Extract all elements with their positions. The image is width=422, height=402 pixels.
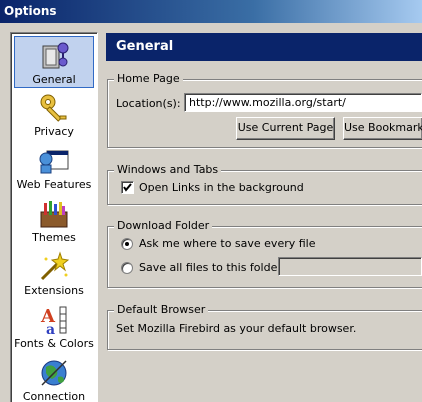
ask-save-radio[interactable] (121, 238, 133, 250)
location-label: Location(s): (116, 97, 181, 110)
fonts-colors-icon: A a (40, 306, 67, 336)
panel-title: General (116, 39, 174, 54)
category-extensions[interactable]: Extensions (14, 248, 94, 300)
category-label: Web Features (16, 178, 92, 191)
open-links-label[interactable]: Open Links in the background (139, 181, 304, 194)
ask-save-label[interactable]: Ask me where to save every file (139, 237, 316, 250)
category-connection[interactable]: Connection (14, 354, 94, 402)
connection-icon (41, 360, 67, 386)
open-links-checkbox[interactable] (121, 181, 134, 194)
category-label: Fonts & Colors (14, 337, 94, 350)
group-title: Home Page (114, 72, 183, 85)
category-label: Themes (32, 231, 76, 244)
key-icon (40, 94, 67, 122)
category-general[interactable]: General (14, 36, 94, 88)
category-privacy[interactable]: Privacy (14, 89, 94, 141)
web-features-icon (39, 150, 69, 174)
title-bar: Options (0, 0, 422, 23)
save-all-radio[interactable] (121, 262, 133, 274)
category-list: General Privacy Web Features Themes Exte… (10, 32, 98, 402)
category-label: Privacy (34, 125, 74, 138)
general-icon (42, 42, 69, 69)
default-browser-text: Set Mozilla Firebird as your default bro… (116, 322, 357, 335)
extensions-icon (40, 251, 70, 281)
category-label: Connection (22, 390, 86, 402)
category-label: Extensions (24, 284, 84, 297)
save-all-label[interactable]: Save all files to this folder: (139, 261, 285, 274)
group-title: Default Browser (114, 303, 209, 316)
group-title: Download Folder (114, 219, 213, 232)
location-input[interactable]: http://www.mozilla.org/start/ (184, 93, 422, 112)
category-themes[interactable]: Themes (14, 195, 94, 247)
panel-header: General (106, 33, 422, 61)
radio-dot-icon (125, 242, 129, 246)
category-fonts-colors[interactable]: A a Fonts & Colors (14, 301, 94, 353)
use-bookmark-button[interactable]: Use Bookmark... (343, 117, 422, 140)
window-title: Options (4, 4, 57, 18)
category-web-features[interactable]: Web Features (14, 142, 94, 194)
group-title: Windows and Tabs (114, 163, 222, 176)
themes-icon (40, 201, 68, 228)
checkmark-icon (123, 183, 132, 192)
category-label: General (32, 73, 76, 86)
folder-path-input (278, 257, 422, 276)
svg-text:a: a (46, 322, 55, 336)
use-current-page-button[interactable]: Use Current Page (236, 117, 335, 140)
